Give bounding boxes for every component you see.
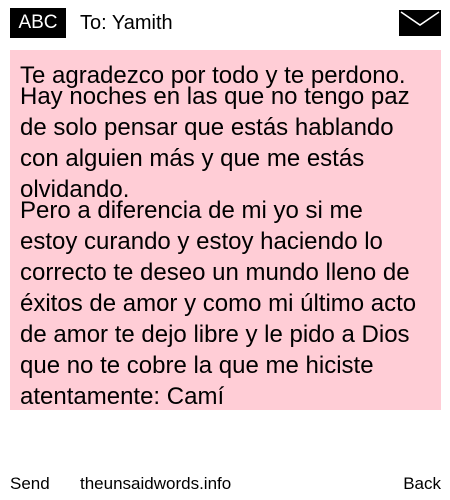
input-mode-badge[interactable]: ABC [10,8,66,38]
header: ABC To: Yamith [0,0,450,44]
recipient-label: To: Yamith [80,12,173,34]
message-paragraph: Pero a diferencia de mi yo si me estoy c… [20,197,417,410]
site-label: theunsaidwords.info [80,474,232,493]
send-button[interactable]: Send [10,470,50,498]
message-paragraph: Hay noches en las que no tengo paz de so… [20,83,410,203]
envelope-icon[interactable] [399,10,441,36]
softkey-bar: Send theunsaidwords.info Back [0,470,450,498]
back-button[interactable]: Back [403,470,441,498]
message-body[interactable]: Te agradezco por todo y te perdono. Hay … [20,60,422,412]
